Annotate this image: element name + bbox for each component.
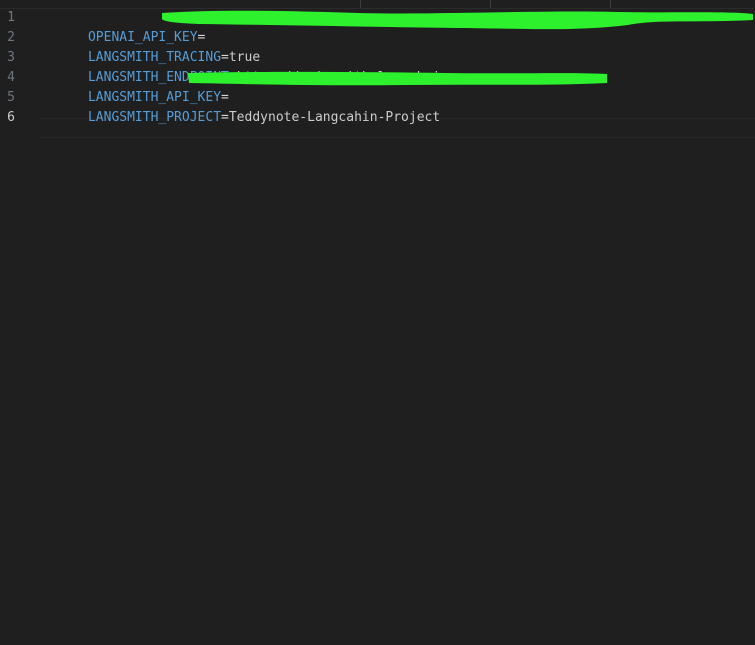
code-line[interactable]: LANGSMITH_PROJECT=Teddynote-Langcahin-Pr… (41, 88, 440, 125)
code-line-empty[interactable] (41, 108, 88, 128)
code-line[interactable]: LANGSMITH_ENDPOINT=https://api.smith.lan… (41, 48, 479, 85)
code-area[interactable]: OPENAI_API_KEY= LANGSMITH_TRACING=true L… (0, 8, 755, 645)
redaction-mark-openai-key (162, 10, 753, 30)
equals-sign: = (221, 110, 229, 125)
redaction-mark-langsmith-key (188, 71, 607, 86)
code-editor[interactable]: 1 2 3 4 5 6 OPENAI_API_KEY= LANGSMITH_TR… (0, 0, 755, 645)
env-value: Teddynote-Langcahin-Project (228, 110, 441, 125)
env-key: LANGSMITH_PROJECT (87, 110, 222, 125)
